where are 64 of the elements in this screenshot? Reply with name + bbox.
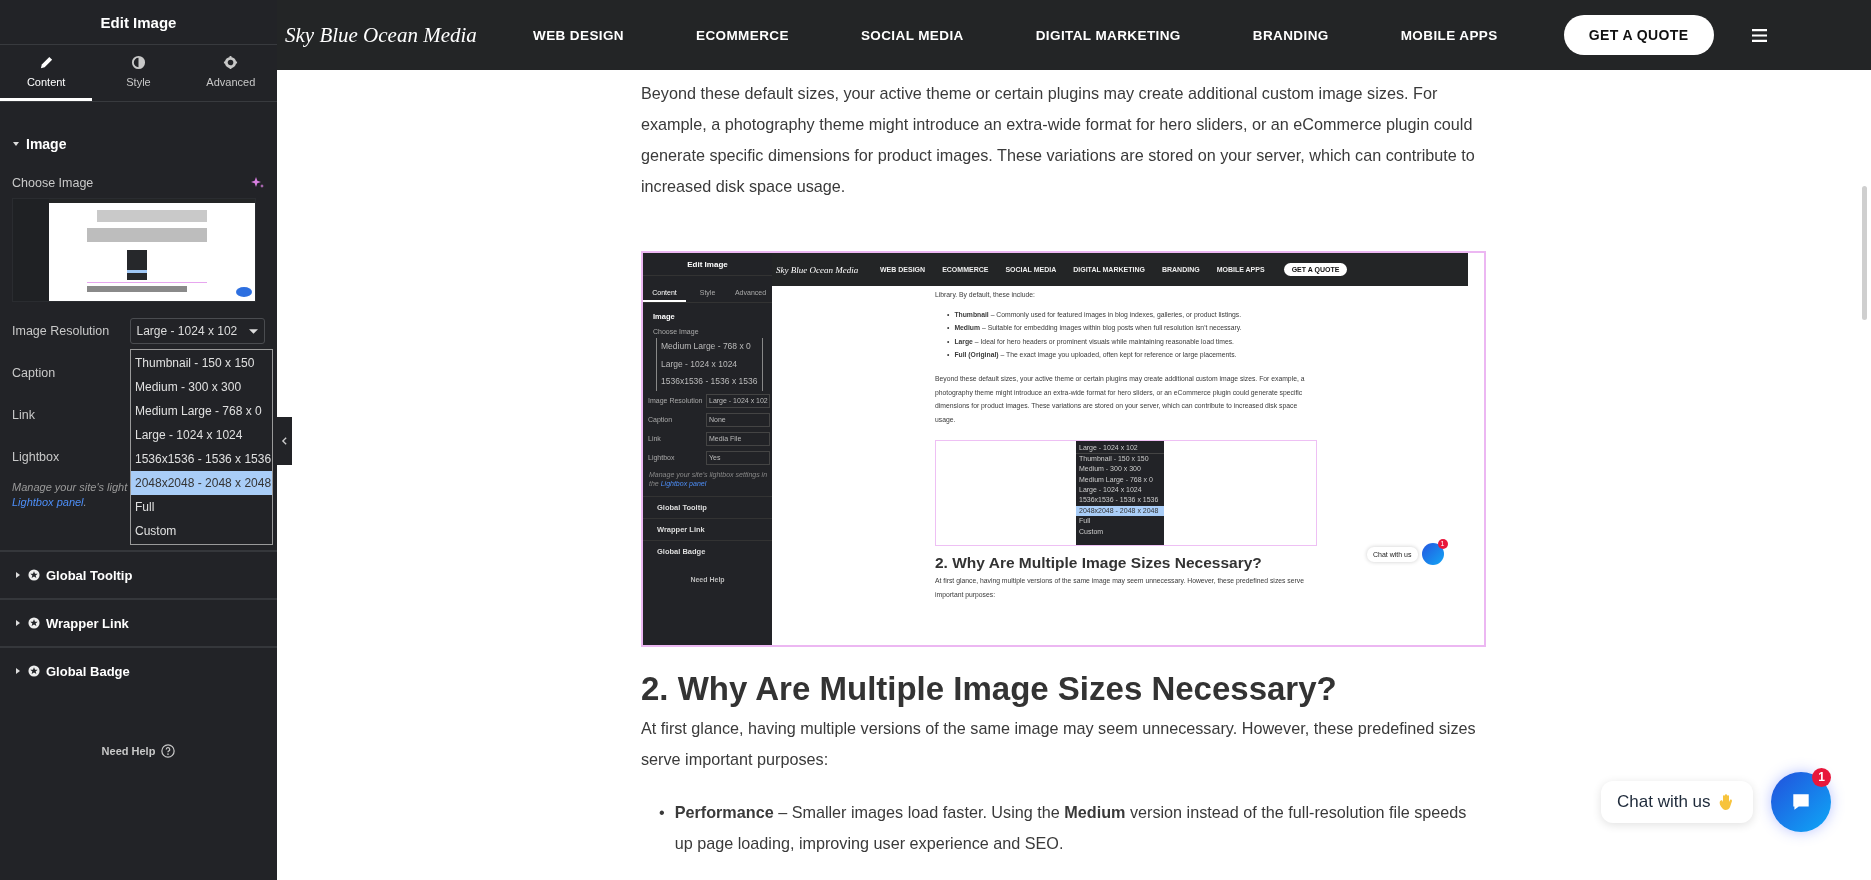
field-label: Lightbox: [12, 450, 61, 464]
section-header[interactable]: Wrapper Link: [0, 598, 277, 646]
collapse-handle[interactable]: [277, 417, 292, 465]
dropdown-option[interactable]: 1536x1536 - 1536 x 1536: [131, 447, 272, 471]
select-field[interactable]: Large - 1024 x 102: [129, 318, 265, 344]
panel-title: Edit Image: [687, 259, 728, 269]
panel-title: Edit Image: [100, 13, 177, 31]
panel-tab[interactable]: Content: [0, 45, 93, 101]
section-header[interactable]: Image: [0, 136, 79, 152]
heading: 2. Why Are Multiple Image Sizes Necessary?: [935, 554, 1263, 573]
dropdown-option[interactable]: Medium Large - 768 x 0: [131, 399, 272, 423]
need-help-text[interactable]: Need Help: [101, 745, 156, 757]
nav-link[interactable]: SOCIAL MEDIA: [860, 27, 964, 43]
pencil-icon: [38, 55, 54, 70]
dropdown-option[interactable]: 1536x1536 - 1536 x 1536: [657, 373, 762, 391]
nav-link[interactable]: WEB DESIGN: [533, 27, 624, 43]
help-icon[interactable]: [161, 744, 176, 758]
dropdown-option[interactable]: Medium Large - 768 x 0: [657, 338, 762, 356]
site-logo[interactable]: Sky Blue Ocean Media: [285, 22, 525, 48]
gear-icon: [223, 55, 239, 70]
scrollbar-thumb[interactable]: [1862, 186, 1867, 320]
dropdown-option[interactable]: Large - 1024 x 1024: [657, 355, 762, 373]
field-label: Image Resolution: [12, 324, 111, 338]
heading: 2. Why Are Multiple Image Sizes Necessary?: [641, 669, 1338, 709]
dropdown-option[interactable]: Medium - 300 x 300: [131, 375, 272, 399]
caret-icon: [14, 571, 22, 579]
chevron-left-icon: [281, 436, 288, 446]
star-icon: [28, 665, 40, 677]
chat-prompt[interactable]: Chat with us: [1601, 781, 1753, 823]
field-label: Link: [12, 408, 36, 422]
field-label: Caption: [12, 366, 57, 380]
caret-icon: [14, 667, 22, 675]
menu-icon[interactable]: [1751, 28, 1767, 42]
site-logo[interactable]: Sky Blue Ocean Media: [776, 264, 880, 275]
star-icon: [28, 617, 40, 629]
paragraph: Beyond these default sizes, your active theme or certain plugins may create additional custom image sizes. For example, a photography theme might introduce an extra-wide format for hero sliders, or an eCommerce plugin could generate specific dimensions for product images. These variations are stored on your server, which can contribute to increased disk space usage.: [641, 83, 1476, 197]
nav-link[interactable]: MOBILE APPS: [1400, 27, 1498, 43]
caret-icon: [14, 619, 22, 627]
field-label: Choose Image: [12, 176, 94, 190]
caret-icon: [249, 326, 258, 336]
quote-button[interactable]: GET A QUOTE: [1563, 15, 1714, 55]
nav-link[interactable]: DIGITAL MARKETING: [1035, 27, 1181, 43]
paragraph: At first glance, having multiple versions of the same image may seem unnecessary. However, these predefined sizes serve important purposes:: [641, 718, 1477, 770]
caret-icon: [12, 140, 20, 148]
dropdown-option[interactable]: Thumbnail - 150 x 150: [131, 351, 272, 375]
notification-badge: 1: [1812, 768, 1831, 787]
nav-link[interactable]: BRANDING: [1252, 27, 1329, 43]
panel-tab[interactable]: Style: [92, 45, 185, 101]
contrast-icon: [131, 55, 146, 70]
section-header[interactable]: Global Tooltip: [0, 550, 277, 598]
dropdown-option[interactable]: Large - 1024 x 1024: [131, 423, 272, 447]
star-icon: [28, 569, 40, 581]
sparkle-icon[interactable]: [251, 176, 265, 190]
lightbox-link[interactable]: Lightbox panel: [12, 496, 84, 508]
bullet-item: Performance – Smaller images load faster. Using the Medium version instead of the full-resolution file speeds up page loading, improving user experience and SEO.: [674, 802, 1468, 854]
bullet-marker: •: [659, 802, 665, 823]
dropdown-option[interactable]: 2048x2048 - 2048 x 2048: [131, 471, 272, 495]
chat-icon: [1790, 791, 1812, 813]
chat-button[interactable]: [1771, 772, 1831, 832]
nav-link[interactable]: ECOMMERCE: [696, 27, 789, 43]
dropdown-option[interactable]: Custom: [131, 519, 272, 543]
section-header[interactable]: Global Badge: [0, 646, 277, 694]
dropdown-option[interactable]: Full: [131, 495, 272, 519]
panel-tab[interactable]: Advanced: [184, 45, 277, 101]
